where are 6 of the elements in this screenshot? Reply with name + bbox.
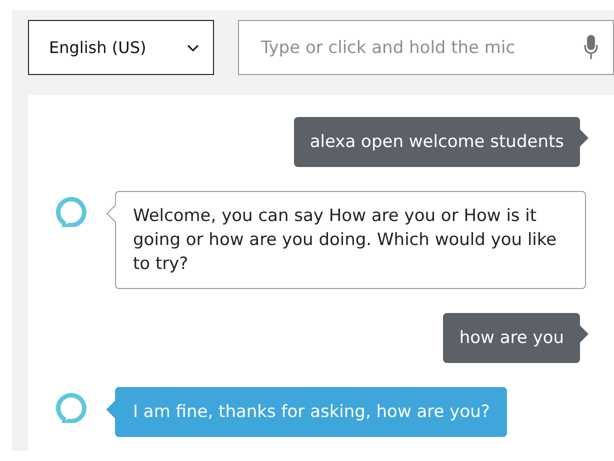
chevron-down-icon (187, 44, 199, 52)
speech-ring-icon (55, 197, 88, 227)
language-select[interactable]: English (US) (28, 20, 214, 75)
speech-ring-icon (55, 393, 88, 423)
microphone-icon[interactable] (584, 35, 598, 59)
input-field[interactable]: Type or click and hold the mic (238, 20, 614, 75)
